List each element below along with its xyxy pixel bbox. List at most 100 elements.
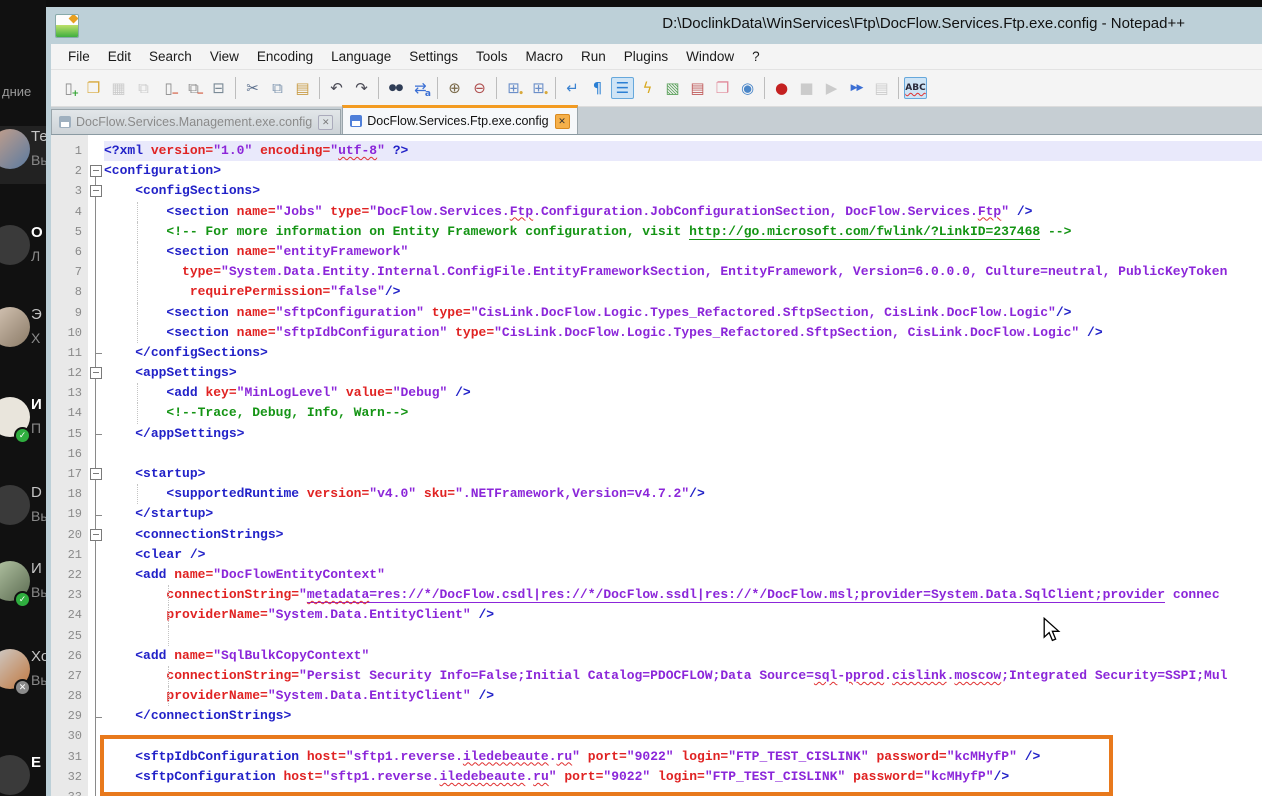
code-line-15[interactable]: </appSettings>: [104, 424, 1262, 444]
toolbar-save-all-icon[interactable]: ⧉: [132, 77, 155, 99]
menu-file[interactable]: File: [59, 46, 99, 67]
chat-list-item-4[interactable]: ✓ И П: [0, 394, 46, 452]
menu-run[interactable]: Run: [572, 46, 615, 67]
toolbar-save-file-icon[interactable]: ▦: [107, 77, 130, 99]
code-line-7[interactable]: type="System.Data.Entity.Internal.Config…: [104, 262, 1262, 283]
code-line-17[interactable]: <startup>: [104, 464, 1262, 484]
fold-collapse-box[interactable]: [90, 367, 102, 380]
code-line-19[interactable]: </startup>: [104, 504, 1262, 524]
code-segment: iledebeaute: [462, 748, 549, 764]
toolbar-macro-run-multiple-icon[interactable]: ▶▶: [845, 77, 868, 99]
chat-list-item-3[interactable]: ЭХ: [0, 304, 46, 362]
tab-close-icon[interactable]: ✕: [318, 114, 334, 130]
toolbar-zoom-in-icon[interactable]: ⊕: [443, 77, 466, 99]
toolbar-macro-save-icon[interactable]: ▤: [870, 77, 893, 99]
code-line-14[interactable]: <!--Trace, Debug, Info, Warn-->: [104, 403, 1262, 424]
toolbar-file-monitoring-eye-icon[interactable]: ◉: [736, 77, 759, 99]
toolbar-folder-as-workspace-icon[interactable]: ❐: [711, 77, 734, 99]
menu-encoding[interactable]: Encoding: [248, 46, 322, 67]
chat-list-item-8[interactable]: Е: [0, 752, 46, 796]
code-line-18[interactable]: <supportedRuntime version="v4.0" sku=".N…: [104, 484, 1262, 505]
menu-edit[interactable]: Edit: [99, 46, 140, 67]
toolbar-zoom-out-icon[interactable]: ⊖: [468, 77, 491, 99]
code-line-28[interactable]: providerName="System.Data.EntityClient" …: [104, 686, 1262, 707]
toolbar-close-all-files-icon[interactable]: ⧉ −: [182, 77, 205, 99]
tab-1[interactable]: DocFlow.Services.Management.exe.config ✕: [51, 109, 342, 134]
code-line-3[interactable]: <configSections>: [104, 181, 1262, 201]
toolbar-copy-icon[interactable]: ⧉: [266, 77, 289, 99]
toolbar-cut-icon[interactable]: ✂: [241, 77, 264, 99]
editor-area[interactable]: 1 2 3 4 5 6 7 8 9 10 11 12 13 14 15 16 17 18 19 20 21 22 23 24 2…: [51, 135, 1262, 796]
toolbar-word-wrap-icon[interactable]: ↵: [561, 77, 584, 99]
toolbar-macro-stop-icon[interactable]: ■: [795, 77, 818, 99]
menu-search[interactable]: Search: [140, 46, 201, 67]
toolbar-undo-icon[interactable]: ↶: [325, 77, 348, 99]
code-line-9[interactable]: <section name="sftpConfiguration" type="…: [104, 302, 1262, 323]
toolbar-paste-icon[interactable]: ▤: [291, 77, 314, 99]
code-line-30[interactable]: [104, 726, 1262, 746]
toolbar-function-list-icon[interactable]: ϟ: [636, 77, 659, 99]
code-text-area[interactable]: <?xml version="1.0" encoding="utf-8" ?> <…: [104, 135, 1262, 796]
code-line-31[interactable]: <sftpIdbConfiguration host="sftp1.revers…: [104, 747, 1262, 767]
chat-list-item-1[interactable]: Те Вы: [0, 126, 46, 184]
toolbar-redo-icon[interactable]: ↷: [350, 77, 373, 99]
code-line-2[interactable]: <configuration>: [104, 161, 1262, 181]
toolbar-replace-icon[interactable]: ⇄ a: [409, 77, 432, 99]
chat-list-item-2[interactable]: ОЛ: [0, 222, 46, 280]
toolbar-document-list-icon[interactable]: ▤: [686, 77, 709, 99]
fold-collapse-box[interactable]: [90, 185, 102, 198]
toolbar-sync-vertical-scroll-icon[interactable]: ⊞ •: [502, 77, 525, 99]
code-line-22[interactable]: <add name="DocFlowEntityContext": [104, 565, 1262, 585]
menu-settings[interactable]: Settings: [400, 46, 467, 67]
code-line-8[interactable]: requirePermission="false"/>: [104, 282, 1262, 303]
code-line-13[interactable]: <add key="MinLogLevel" value="Debug" />: [104, 383, 1262, 404]
code-line-27[interactable]: connectionString="Persist Security Info=…: [104, 665, 1262, 687]
toolbar-print-icon[interactable]: ⊟: [207, 77, 230, 99]
title-bar[interactable]: D:\DoclinkData\WinServices\Ftp\DocFlow.S…: [51, 7, 1262, 44]
fold-collapse-box[interactable]: [90, 528, 102, 541]
toolbar-indent-guide-icon[interactable]: ☰: [611, 77, 634, 99]
toolbar-document-map-icon[interactable]: ▧: [661, 77, 684, 99]
menu-plugins[interactable]: Plugins: [615, 46, 677, 67]
toolbar-sync-horizontal-scroll-icon[interactable]: ⊞ •: [527, 77, 550, 99]
menu-view[interactable]: View: [201, 46, 248, 67]
code-line-26[interactable]: <add name="SqlBulkCopyContext": [104, 646, 1262, 666]
code-line-20[interactable]: <connectionStrings>: [104, 525, 1262, 545]
toolbar-open-file-icon[interactable]: ❐: [82, 77, 105, 99]
code-line-12[interactable]: <appSettings>: [104, 363, 1262, 383]
code-line-10[interactable]: <section name="sftpIdbConfiguration" typ…: [104, 322, 1262, 343]
code-line-32[interactable]: <sftpConfiguration host="sftp1.reverse.i…: [104, 767, 1262, 787]
code-line-5[interactable]: <!-- For more information on Entity Fram…: [104, 221, 1262, 242]
menu-language[interactable]: Language: [322, 46, 400, 67]
menu-help[interactable]: ?: [743, 46, 769, 67]
fold-collapse-box[interactable]: [90, 165, 102, 178]
toolbar-macro-record-icon[interactable]: ●: [770, 77, 793, 99]
code-line-16[interactable]: [104, 444, 1262, 464]
tab-2[interactable]: DocFlow.Services.Ftp.exe.config ✕: [342, 105, 578, 134]
toolbar-close-file-icon[interactable]: ▯ −: [157, 77, 180, 99]
toolbar-spell-check-icon[interactable]: ABC: [904, 77, 927, 99]
code-line-23[interactable]: connectionString="metadata=res://*/DocFl…: [104, 585, 1262, 606]
chat-list-item-6[interactable]: ✓ И Вы: [0, 558, 46, 616]
chat-list-item-7[interactable]: ✕ Хо Вы: [0, 646, 46, 704]
toolbar-find-icon[interactable]: ●●: [384, 77, 407, 99]
code-line-11[interactable]: </configSections>: [104, 343, 1262, 363]
fold-collapse-box[interactable]: [90, 468, 102, 481]
code-line-6[interactable]: <section name="entityFramework": [104, 241, 1262, 263]
menu-window[interactable]: Window: [677, 46, 743, 67]
chat-list-item-5[interactable]: D Вы: [0, 482, 46, 540]
code-line-29[interactable]: </connectionStrings>: [104, 706, 1262, 726]
fold-margin[interactable]: [88, 135, 104, 796]
toolbar-new-file-icon[interactable]: ▯ +: [57, 77, 80, 99]
toolbar-macro-play-icon[interactable]: ▶: [820, 77, 843, 99]
code-line-24[interactable]: providerName="System.Data.EntityClient" …: [104, 605, 1262, 626]
tab-close-icon[interactable]: ✕: [554, 113, 570, 129]
menu-tools[interactable]: Tools: [467, 46, 517, 67]
toolbar-show-all-characters-icon[interactable]: ¶: [586, 77, 609, 99]
code-line-4[interactable]: <section name="Jobs" type="DocFlow.Servi…: [104, 201, 1262, 222]
code-line-33[interactable]: [104, 787, 1262, 796]
code-line-21[interactable]: <clear />: [104, 545, 1262, 565]
code-line-1[interactable]: <?xml version="1.0" encoding="utf-8" ?>: [104, 141, 1262, 162]
code-line-25[interactable]: [104, 625, 1262, 646]
menu-macro[interactable]: Macro: [517, 46, 573, 67]
